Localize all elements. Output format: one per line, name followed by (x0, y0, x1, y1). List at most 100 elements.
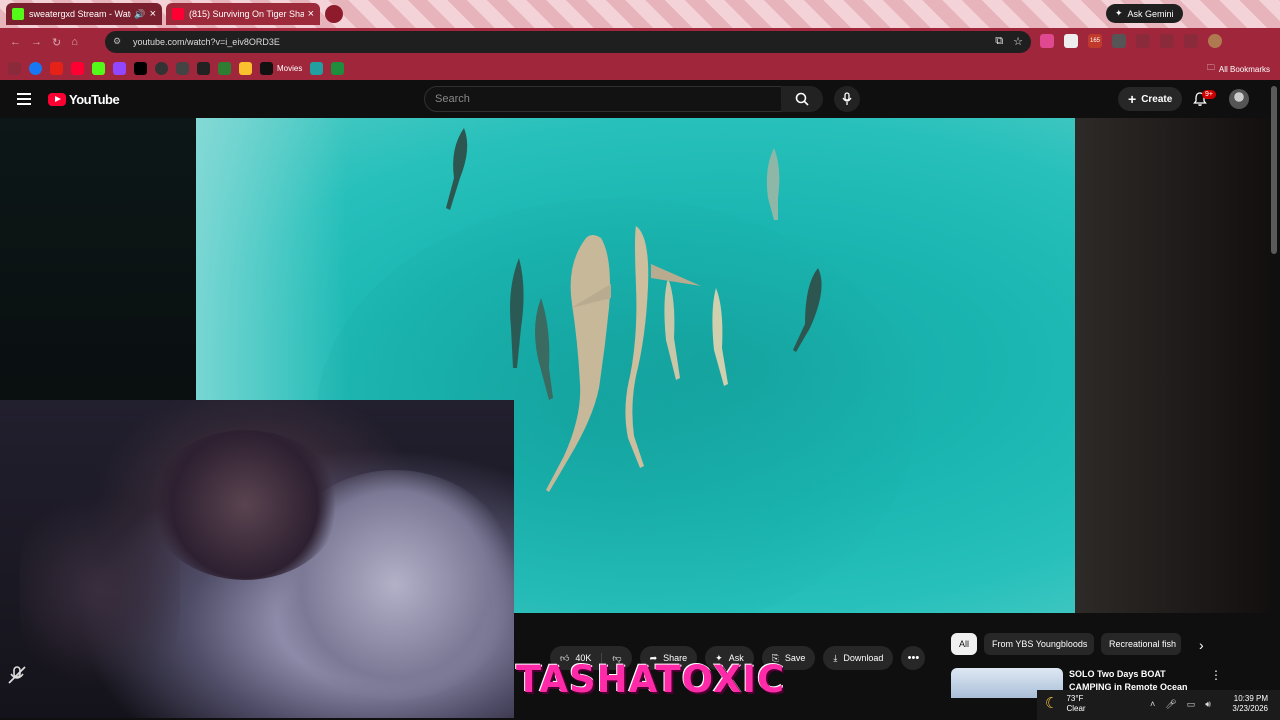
bookmark-teal-icon[interactable] (310, 61, 324, 75)
bookmark-star-icon[interactable]: ☆ (1013, 35, 1023, 48)
taskbar-clock[interactable]: 10:39 PM 3/23/2026 (1226, 694, 1268, 714)
fish (766, 148, 780, 220)
install-app-icon[interactable]: ⧉ (995, 35, 1003, 48)
download-label: Download (843, 653, 884, 663)
extension-badge-icon[interactable]: 165 (1088, 34, 1102, 48)
streamer-watermark: TASHATOXIC (516, 658, 786, 701)
url-text: youtube.com/watch?v=i_eiv8ORD3E (133, 37, 280, 47)
kick-bookmark-icon[interactable] (92, 61, 105, 75)
search-icon (795, 92, 809, 106)
close-tab-icon[interactable]: × (150, 8, 156, 20)
more-actions-icon[interactable]: ••• (901, 646, 926, 670)
youtube-wordmark: YouTube (69, 92, 120, 107)
network-icon[interactable]: ▭ (1187, 699, 1196, 710)
bookmark-sheets-icon[interactable] (331, 61, 345, 75)
apps-icon[interactable] (8, 61, 21, 75)
extension-icon[interactable] (1184, 34, 1198, 48)
temperature: 73°F (1066, 694, 1084, 703)
webcam-overlay (0, 400, 514, 718)
gemini-sparkle-icon: ✦ (1115, 8, 1123, 18)
chevron-up-icon[interactable]: ˄ (1150, 699, 1155, 710)
mic-tray-icon[interactable]: 🎤︎ (1165, 699, 1176, 710)
nav-buttons: ← → ↻ ⌂ (0, 36, 104, 49)
youtube-header: YouTube Search + Create (0, 80, 1280, 118)
create-label: Create (1141, 93, 1173, 105)
bookmarks-bar: Movies 🗀 All Bookmarks (0, 56, 1280, 80)
extensions-area: 165 (1040, 34, 1222, 48)
all-bookmarks-button[interactable]: 🗀 All Bookmarks (1207, 62, 1270, 76)
volume-icon[interactable]: 🔊︎ (1205, 699, 1211, 710)
clock-date: 3/23/2026 (1232, 704, 1268, 713)
x-icon[interactable] (134, 61, 147, 75)
hamburger-menu-icon[interactable] (17, 93, 31, 105)
extension-icon[interactable] (1160, 34, 1174, 48)
page-scrollbar[interactable] (1271, 86, 1277, 254)
close-tab-icon[interactable]: × (308, 8, 314, 20)
mic-muted-icon[interactable] (6, 664, 28, 686)
save-label: Save (784, 653, 806, 663)
new-tab-button[interactable] (325, 5, 343, 23)
speaker-icon[interactable]: 🔊 (134, 9, 145, 20)
profile-avatar-icon[interactable] (1208, 34, 1222, 48)
extension-icon[interactable] (1136, 34, 1150, 48)
account-avatar[interactable] (1229, 89, 1249, 109)
youtube-favicon-icon (172, 8, 184, 20)
tab-title: (815) Surviving On Tiger Shark (189, 9, 304, 19)
home-icon[interactable]: ⌂ (71, 36, 78, 49)
chip-from-channel[interactable]: From YBS Youngbloods (984, 633, 1095, 655)
weather-widget[interactable]: ☾ 73°F Clear (1045, 694, 1086, 714)
folder-icon: 🗀 (1206, 63, 1215, 72)
weather-condition: Clear (1066, 704, 1086, 713)
browser-tab-stream[interactable]: sweatergxd Stream - Watch 🔊 × (6, 3, 162, 25)
twitch-icon[interactable] (113, 61, 126, 75)
back-icon[interactable]: ← (10, 36, 21, 49)
extension-icon[interactable] (1040, 34, 1054, 48)
kebab-menu-icon[interactable]: ⋮ (1210, 668, 1222, 682)
extension-icon[interactable] (1064, 34, 1078, 48)
forward-icon[interactable]: → (31, 36, 42, 49)
voice-search-button[interactable] (834, 86, 860, 112)
bookmark-green-icon[interactable] (218, 61, 231, 75)
notifications-badge: 9+ (1202, 90, 1216, 99)
youtube-logo[interactable]: YouTube (48, 92, 120, 107)
search-input[interactable]: Search (424, 86, 782, 112)
browser-tabstrip: sweatergxd Stream - Watch 🔊 × (815) Surv… (0, 0, 1280, 28)
reddit-icon[interactable] (155, 61, 168, 75)
system-tray: ˄ 🎤︎ ▭ 🔊︎ (1150, 699, 1211, 710)
bookmark-red-icon[interactable] (50, 61, 63, 75)
movies-label: Movies (277, 63, 303, 73)
search-button[interactable] (781, 86, 823, 112)
site-info-icon[interactable]: ⚙ (113, 36, 125, 48)
chevron-right-icon[interactable]: › (1199, 637, 1204, 653)
browser-tab-youtube[interactable]: (815) Surviving On Tiger Shark × (166, 3, 320, 25)
bookmark-dark-icon[interactable] (197, 61, 210, 75)
microphone-icon (842, 92, 852, 105)
youtube-play-icon (48, 93, 66, 106)
bookmark-movies[interactable]: Movies (260, 61, 303, 75)
bookmark-star-icon[interactable] (239, 61, 252, 75)
kick-favicon-icon (12, 8, 24, 20)
download-icon: ⤓ (833, 652, 838, 663)
related-filter-chips: All From YBS Youngbloods Recreational fi… (951, 633, 1182, 655)
chip-all[interactable]: All (951, 633, 978, 655)
instagram-icon[interactable] (176, 61, 189, 75)
facebook-icon[interactable] (29, 61, 42, 75)
extension-icon[interactable] (1112, 34, 1126, 48)
youtube-bookmark-icon[interactable] (71, 61, 84, 75)
ask-gemini-label: Ask Gemini (1127, 8, 1174, 19)
chip-recreational[interactable]: Recreational fish (1101, 633, 1182, 655)
plus-icon: + (1128, 91, 1137, 107)
reload-icon[interactable]: ↻ (52, 36, 61, 49)
create-button[interactable]: + Create (1118, 87, 1183, 111)
ask-gemini-button[interactable]: ✦ Ask Gemini (1106, 4, 1183, 23)
tab-title: sweatergxd Stream - Watch (29, 9, 132, 19)
fish (446, 128, 468, 210)
all-bookmarks-label: All Bookmarks (1218, 64, 1270, 74)
movies-icon (260, 61, 273, 75)
download-button[interactable]: ⤓ Download (823, 646, 894, 670)
address-bar[interactable]: ⚙ youtube.com/watch?v=i_eiv8ORD3E ⧉ ☆ (105, 31, 1031, 53)
moon-icon: ☾ (1045, 695, 1059, 712)
ambient-left (0, 118, 196, 400)
ambient-right (1075, 118, 1270, 613)
hand-shape (20, 480, 180, 700)
